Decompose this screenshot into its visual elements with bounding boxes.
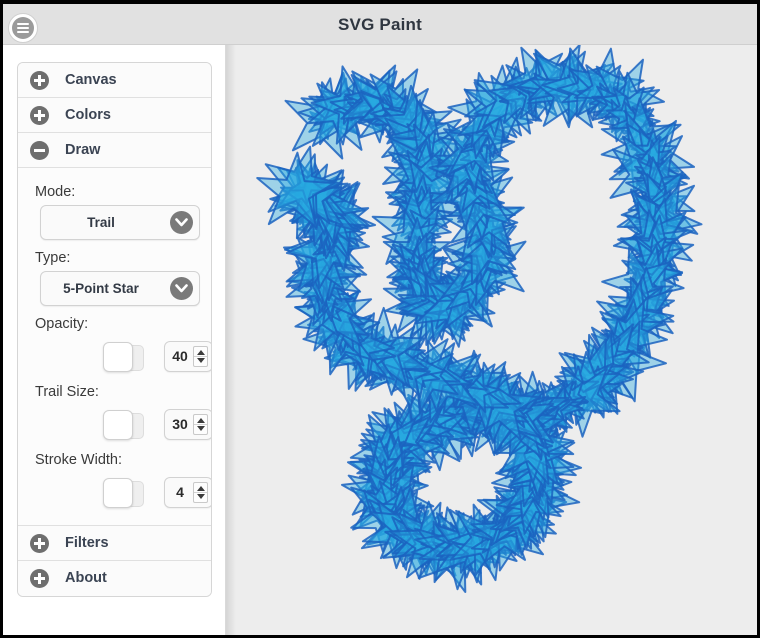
star-trail-artwork	[256, 45, 703, 593]
sidebar-item-filters[interactable]: Filters	[18, 526, 211, 561]
mode-select[interactable]: Trail	[40, 205, 200, 240]
stepper-up-icon[interactable]	[197, 418, 205, 423]
trail-size-row: 30	[18, 405, 211, 445]
mode-select-value: Trail	[87, 215, 115, 230]
sidebar: Canvas Colors Draw Mode: Trail Type: 5-P…	[3, 45, 225, 635]
slider-handle[interactable]	[103, 342, 133, 372]
plus-circle-icon	[30, 106, 49, 125]
slider-handle[interactable]	[103, 478, 133, 508]
sidebar-item-label: Draw	[65, 142, 101, 158]
type-select-value: 5-Point Star	[63, 281, 139, 296]
opacity-value: 40	[172, 348, 188, 364]
stroke-width-stepper[interactable]: 4	[164, 477, 211, 508]
opacity-stepper[interactable]: 40	[164, 341, 211, 372]
accordion: Canvas Colors Draw Mode: Trail Type: 5-P…	[17, 62, 212, 597]
app-window: SVG Paint Canvas Colors Draw Mode: Trail…	[0, 0, 760, 638]
stepper-buttons[interactable]	[193, 482, 208, 503]
type-label: Type:	[35, 250, 71, 266]
stepper-buttons[interactable]	[193, 414, 208, 435]
opacity-row: 40	[18, 337, 211, 377]
stroke-width-value: 4	[176, 484, 184, 500]
plus-circle-icon	[30, 569, 49, 588]
sidebar-item-draw[interactable]: Draw	[18, 133, 211, 168]
trail-size-value: 30	[172, 416, 188, 432]
sidebar-item-colors[interactable]: Colors	[18, 98, 211, 133]
page-title: SVG Paint	[338, 15, 422, 34]
plus-circle-icon	[30, 534, 49, 553]
type-select[interactable]: 5-Point Star	[40, 271, 200, 306]
minus-circle-icon	[30, 141, 49, 160]
opacity-slider[interactable]	[103, 342, 146, 372]
stepper-up-icon[interactable]	[197, 486, 205, 491]
stepper-up-icon[interactable]	[197, 350, 205, 355]
chevron-down-icon	[170, 211, 193, 234]
sidebar-item-canvas[interactable]: Canvas	[18, 63, 211, 98]
trail-size-label: Trail Size:	[35, 384, 99, 400]
stepper-buttons[interactable]	[193, 346, 208, 367]
stepper-down-icon[interactable]	[197, 358, 205, 363]
mode-label: Mode:	[35, 184, 76, 200]
draw-panel: Mode: Trail Type: 5-Point Star Opacity:	[18, 168, 211, 526]
sidebar-item-label: About	[65, 570, 107, 586]
trail-size-stepper[interactable]: 30	[164, 409, 211, 440]
stroke-width-label: Stroke Width:	[35, 452, 123, 468]
sidebar-item-about[interactable]: About	[18, 561, 211, 596]
chevron-down-icon	[170, 277, 193, 300]
title-bar: SVG Paint	[3, 4, 757, 45]
stepper-down-icon[interactable]	[197, 494, 205, 499]
slider-handle[interactable]	[103, 410, 133, 440]
opacity-label: Opacity:	[35, 316, 89, 332]
stroke-width-row: 4	[18, 473, 211, 513]
trail-size-slider[interactable]	[103, 410, 146, 440]
sidebar-item-label: Filters	[65, 535, 109, 551]
plus-circle-icon	[30, 71, 49, 90]
stroke-width-slider[interactable]	[103, 478, 146, 508]
sidebar-item-label: Colors	[65, 107, 111, 123]
drawing-canvas[interactable]	[225, 45, 757, 635]
sidebar-item-label: Canvas	[65, 72, 117, 88]
stepper-down-icon[interactable]	[197, 426, 205, 431]
